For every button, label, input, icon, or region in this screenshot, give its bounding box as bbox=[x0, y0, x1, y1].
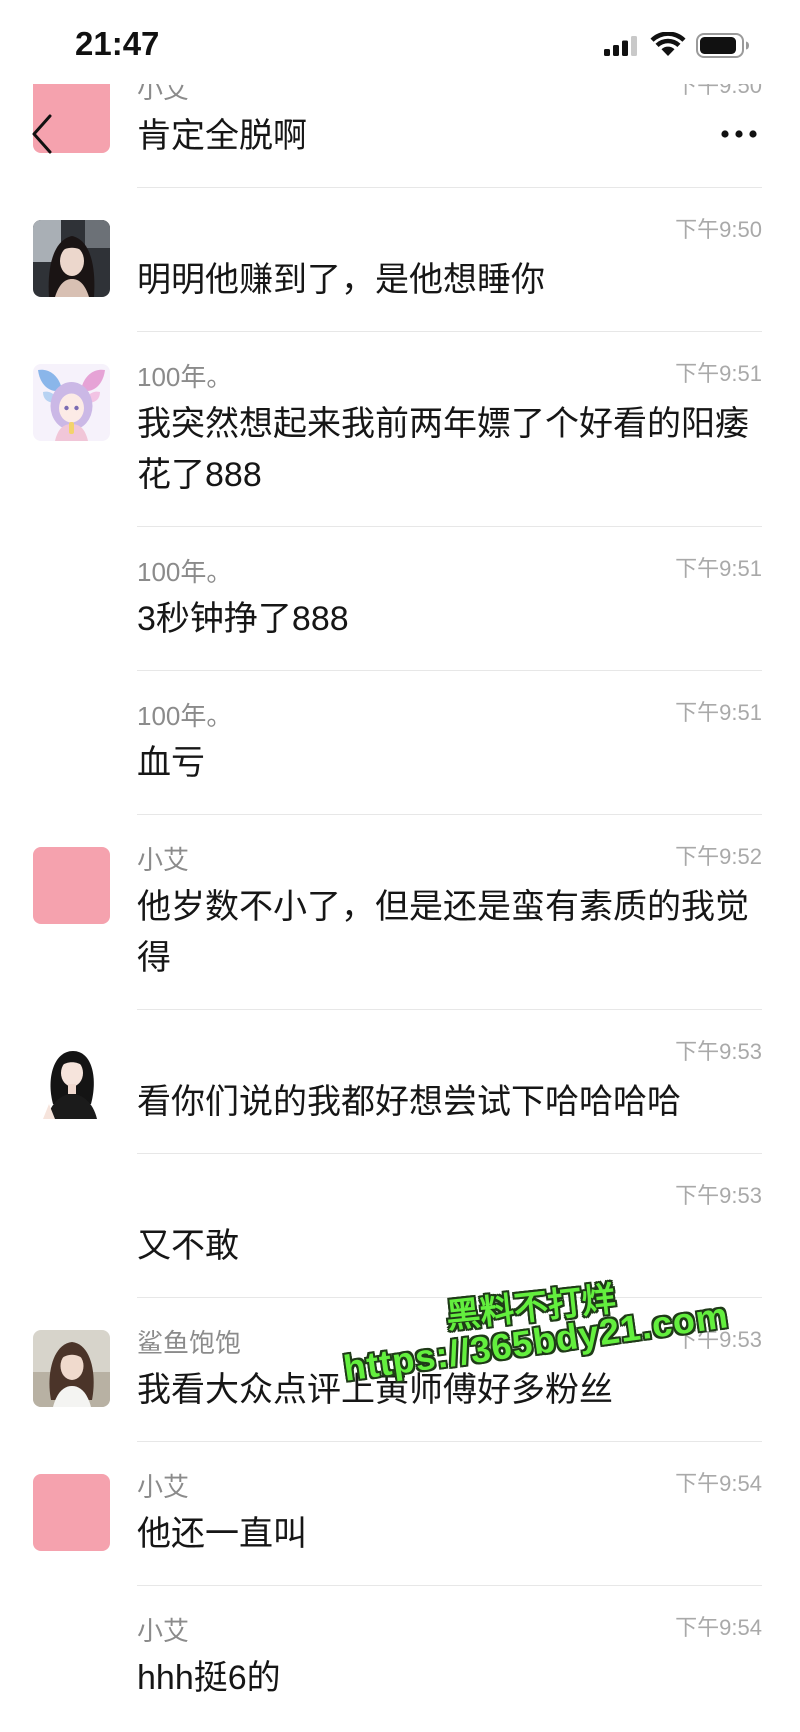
more-dots-icon bbox=[718, 122, 760, 146]
sender-name: 小艾 bbox=[137, 1616, 190, 1646]
woman-photo-avatar[interactable] bbox=[33, 220, 110, 297]
sender-name: 小艾 bbox=[137, 845, 190, 875]
message-text: 我突然想起来我前两年嫖了个好看的阳痿 花了888 bbox=[137, 399, 762, 501]
message-text-line: 看你们说的我都好想尝试下哈哈哈哈 bbox=[137, 1083, 681, 1121]
message-meta: 小艾 下午9:52 bbox=[137, 844, 762, 875]
message-meta: 100年。 下午9:51 bbox=[137, 361, 762, 392]
sender-name: 100年。 bbox=[137, 557, 233, 587]
message-text-line: 他岁数不小了，但是还是蛮有素质的我觉 bbox=[137, 888, 749, 926]
message-time: 下午9:54 bbox=[675, 1471, 762, 1496]
message-divider bbox=[137, 1009, 762, 1010]
message-meta: 下午9:50 bbox=[137, 217, 762, 248]
message-divider bbox=[137, 670, 762, 671]
sender-name: 100年。 bbox=[137, 701, 233, 731]
message-text: 肯定全脱啊 bbox=[137, 111, 762, 162]
message-time: 下午9:54 bbox=[675, 1615, 762, 1640]
message-text-line: hhh挺6的 bbox=[137, 1659, 281, 1697]
message-time: 下午9:53 bbox=[675, 1039, 762, 1064]
message-time: 下午9:51 bbox=[675, 700, 762, 725]
message-divider bbox=[137, 331, 762, 332]
message-text: 看你们说的我都好想尝试下哈哈哈哈 bbox=[137, 1077, 762, 1128]
signal-icon bbox=[604, 34, 638, 56]
message-text-line: 得 bbox=[137, 939, 171, 977]
wifi-icon bbox=[650, 32, 686, 58]
chevron-left-icon bbox=[28, 110, 62, 158]
message-meta: 下午9:53 bbox=[137, 1183, 762, 1214]
message-divider bbox=[137, 814, 762, 815]
black-hair-illustration-avatar[interactable] bbox=[33, 1042, 110, 1119]
message-row[interactable]: 100年。 下午9:51 我突然想起来我前两年嫖了个好看的阳痿 花了888 bbox=[0, 331, 800, 526]
message-divider bbox=[137, 1441, 762, 1442]
message-text-line: 又不敢 bbox=[137, 1227, 239, 1265]
message-text: 3秒钟挣了888 bbox=[137, 594, 762, 645]
message-text-line: 他还一直叫 bbox=[137, 1515, 307, 1553]
sender-name: 100年。 bbox=[137, 362, 233, 392]
message-divider bbox=[137, 1153, 762, 1154]
message-divider bbox=[137, 1585, 762, 1586]
status-time: 21:47 bbox=[75, 25, 160, 62]
message-divider bbox=[137, 187, 762, 188]
message-text-line: 花了888 bbox=[137, 456, 262, 494]
pink-square-avatar[interactable] bbox=[33, 847, 110, 924]
message-time: 下午9:51 bbox=[675, 556, 762, 581]
sender-name: 小艾 bbox=[137, 1472, 190, 1502]
more-button[interactable] bbox=[718, 122, 760, 146]
woman-outdoor-photo-avatar[interactable] bbox=[33, 1330, 110, 1407]
sender-name: 鲨鱼饱饱 bbox=[137, 1328, 242, 1358]
message-meta: 小艾 下午9:54 bbox=[137, 1615, 762, 1646]
back-button[interactable] bbox=[28, 110, 62, 158]
message-row[interactable]: 下午9:50 明明他赚到了，是他想睡你 bbox=[0, 187, 800, 331]
battery-icon bbox=[696, 33, 750, 58]
message-time: 下午9:51 bbox=[675, 361, 762, 386]
message-row[interactable]: 小艾 下午9:54 他还一直叫 bbox=[0, 1441, 800, 1585]
message-text: 他岁数不小了，但是还是蛮有素质的我觉得 bbox=[137, 882, 762, 984]
message-meta: 下午9:53 bbox=[137, 1039, 762, 1070]
message-text-line: 明明他赚到了，是他想睡你 bbox=[137, 261, 545, 299]
message-row[interactable]: 下午9:53 看你们说的我都好想尝试下哈哈哈哈 bbox=[0, 1009, 800, 1153]
message-row[interactable]: 100年。 下午9:51 血亏 bbox=[0, 670, 800, 814]
message-text: 血亏 bbox=[137, 738, 762, 789]
message-text: 明明他赚到了，是他想睡你 bbox=[137, 255, 762, 306]
message-text-line: 血亏 bbox=[137, 744, 205, 782]
message-time: 下午9:53 bbox=[675, 1183, 762, 1208]
message-divider bbox=[137, 526, 762, 527]
message-text: 又不敢 bbox=[137, 1221, 762, 1272]
butterfly-anime-avatar[interactable] bbox=[33, 364, 110, 441]
message-row[interactable]: 小艾 下午9:52 他岁数不小了，但是还是蛮有素质的我觉得 bbox=[0, 814, 800, 1009]
message-text-line: 我突然想起来我前两年嫖了个好看的阳痿 bbox=[137, 405, 749, 443]
message-time: 下午9:50 bbox=[675, 217, 762, 242]
message-row[interactable]: 下午9:53 又不敢 bbox=[0, 1153, 800, 1297]
message-text: hhh挺6的 bbox=[137, 1653, 762, 1704]
message-row[interactable]: 小艾 下午9:54 hhh挺6的 bbox=[0, 1585, 800, 1729]
pink-square-avatar[interactable] bbox=[33, 1474, 110, 1551]
message-text-line: 肯定全脱啊 bbox=[137, 117, 307, 155]
message-text-line: 3秒钟挣了888 bbox=[137, 600, 349, 638]
message-meta: 小艾 下午9:54 bbox=[137, 1471, 762, 1502]
status-bar: 21:47 bbox=[0, 0, 800, 84]
message-meta: 100年。 下午9:51 bbox=[137, 556, 762, 587]
chat-list[interactable]: 小艾 下午9:50 肯定全脱啊 下午9:50 明明他赚到了，是他想睡你 100年。 下午9:… bbox=[0, 43, 800, 1729]
message-text: 他还一直叫 bbox=[137, 1509, 762, 1560]
message-time: 下午9:52 bbox=[675, 844, 762, 869]
message-row[interactable]: 100年。 下午9:51 3秒钟挣了888 bbox=[0, 526, 800, 670]
message-meta: 100年。 下午9:51 bbox=[137, 700, 762, 731]
